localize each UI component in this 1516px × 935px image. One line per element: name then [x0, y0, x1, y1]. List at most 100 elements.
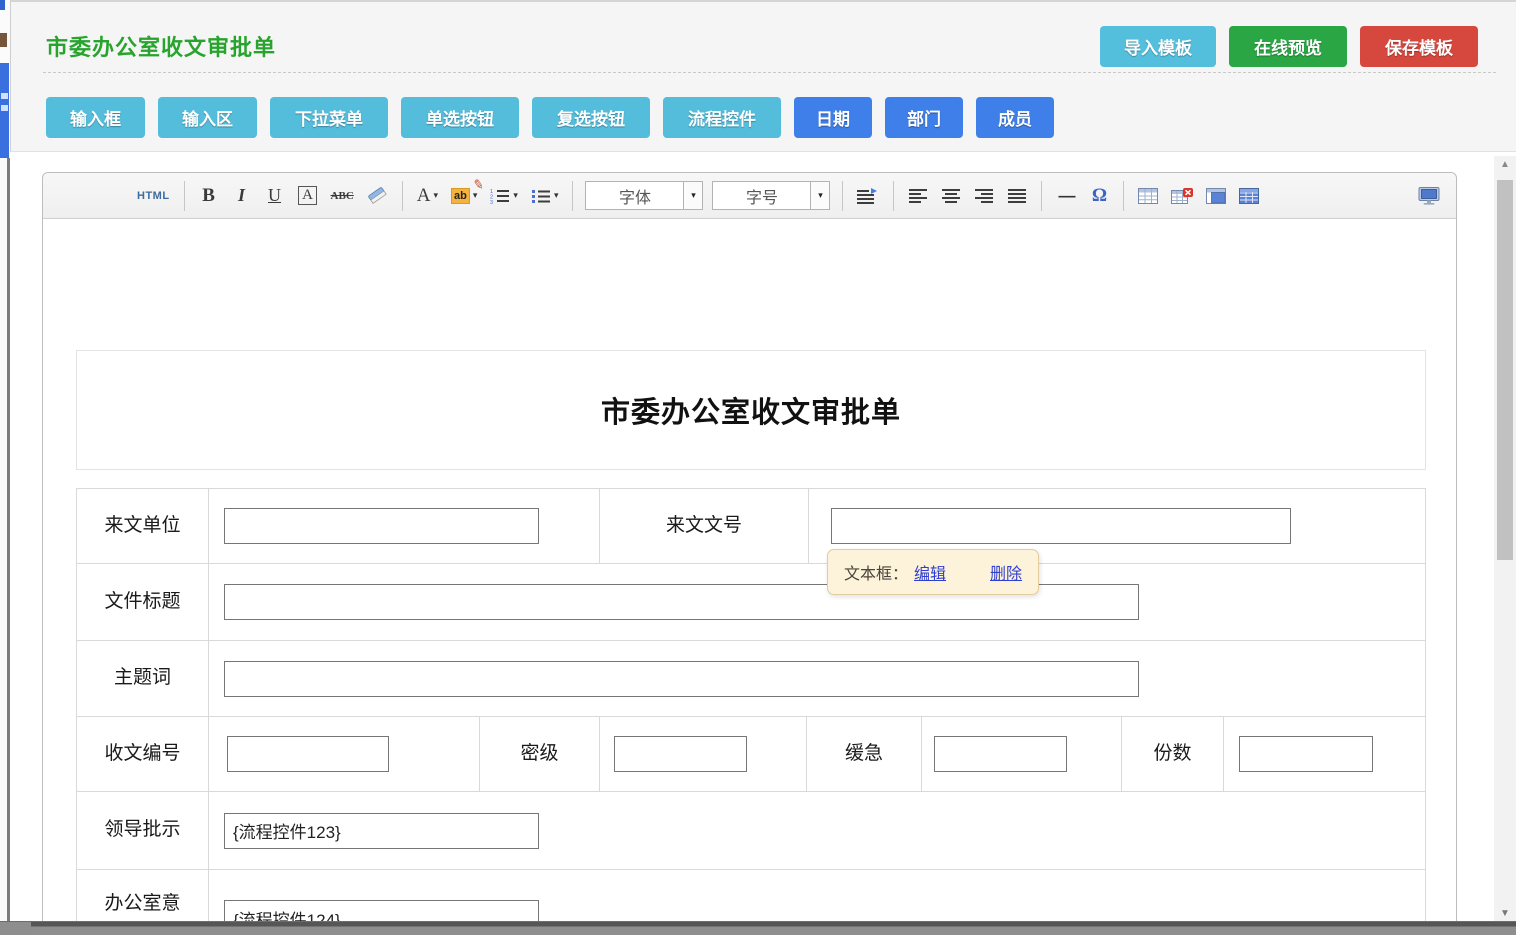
font-color-button[interactable]: A ▾	[415, 181, 440, 211]
align-center-icon	[942, 188, 960, 204]
widget-input-area-button[interactable]: 输入区	[158, 97, 257, 138]
scroll-up-arrow-icon[interactable]: ▲	[1494, 159, 1516, 170]
font-family-select[interactable]: 字体 ▾	[585, 181, 703, 210]
receipt-no-input[interactable]	[227, 736, 389, 772]
copies-input[interactable]	[1239, 736, 1373, 772]
highlight-color-button[interactable]: ab ✎ ▾	[449, 181, 479, 211]
subject-input[interactable]	[224, 661, 1139, 697]
form-table: 来文单位 来文文号 文件标题 主题词 收文编号	[76, 488, 1426, 935]
font-size-value: 字号	[713, 182, 810, 209]
align-left-icon	[909, 188, 927, 204]
underline-button[interactable]: U	[263, 181, 287, 211]
strikethrough-button[interactable]: ABC	[329, 181, 356, 211]
table-row: 主题词	[77, 641, 1425, 717]
page-header: 市委办公室收文审批单 导入模板 在线预览 保存模板 输入框 输入区 下拉菜单 单…	[10, 0, 1516, 152]
monitor-icon	[1418, 187, 1440, 205]
leader-note-input[interactable]	[224, 813, 539, 849]
edit-link[interactable]: 编辑	[914, 566, 946, 583]
screen: 市委办公室收文审批单 导入模板 在线预览 保存模板 输入框 输入区 下拉菜单 单…	[0, 0, 1516, 935]
dashed-divider	[43, 72, 1496, 73]
editor-document[interactable]: 市委办公室收文审批单 来文单位 来文文号 文件标题 主题词	[43, 219, 1456, 935]
delete-table-button[interactable]	[1169, 181, 1195, 211]
form-title: 市委办公室收文审批单	[601, 389, 901, 431]
source-unit-input[interactable]	[224, 508, 539, 544]
tooltip-label: 文本框：	[844, 566, 908, 583]
scrollbar-thumb[interactable]	[1497, 180, 1513, 560]
cell-copies	[1224, 717, 1427, 791]
toolbar-separator	[893, 181, 894, 211]
urgency-input[interactable]	[934, 736, 1067, 772]
align-right-button[interactable]	[972, 181, 996, 211]
label-copies: 份数	[1122, 717, 1224, 791]
sliver-brown	[0, 33, 7, 47]
align-left-button[interactable]	[906, 181, 930, 211]
widget-checkbox-button[interactable]: 复选按钮	[532, 97, 650, 138]
vertical-scrollbar[interactable]: ▲ ▼	[1494, 156, 1516, 935]
format-block-button[interactable]: A	[296, 181, 320, 211]
table-row: 来文单位 来文文号	[77, 489, 1425, 564]
widget-department-button[interactable]: 部门	[885, 97, 963, 138]
cell-doc-title	[209, 564, 1427, 640]
special-char-button[interactable]: Ω	[1087, 181, 1111, 211]
toolbar-separator	[1123, 181, 1124, 211]
widget-dropdown-button[interactable]: 下拉菜单	[270, 97, 388, 138]
ordered-list-button[interactable]: 1 2 3 ▾	[488, 181, 520, 211]
cell-urgency	[922, 717, 1122, 791]
sliver-mark	[1, 105, 8, 111]
label-leader-note: 领导批示	[77, 792, 209, 869]
widget-member-button[interactable]: 成员	[976, 97, 1054, 138]
html-source-button[interactable]: HTML	[135, 181, 172, 211]
chevron-down-icon: ▾	[434, 190, 439, 201]
align-justify-icon	[1008, 188, 1026, 204]
widget-radio-button[interactable]: 单选按钮	[401, 97, 519, 138]
font-color-icon: A	[417, 185, 431, 207]
save-template-button[interactable]: 保存模板	[1360, 26, 1478, 67]
import-template-button[interactable]: 导入模板	[1100, 26, 1216, 67]
window-bottom-corner	[0, 922, 31, 935]
italic-button[interactable]: I	[230, 181, 254, 211]
content-area: HTML B I U A ABC A	[10, 152, 1495, 935]
cell-properties-icon	[1206, 188, 1226, 204]
insert-table-button[interactable]	[1136, 181, 1160, 211]
bullet-list-button[interactable]: ▾	[529, 181, 561, 211]
svg-text:3: 3	[490, 200, 493, 204]
online-preview-button[interactable]: 在线预览	[1229, 26, 1347, 67]
bold-button[interactable]: B	[197, 181, 221, 211]
align-right-icon	[975, 188, 993, 204]
scroll-down-arrow-icon[interactable]: ▼	[1494, 908, 1516, 919]
editor-toolbar: HTML B I U A ABC A	[43, 173, 1456, 219]
highlight-icon: ab	[451, 188, 470, 204]
font-size-select[interactable]: 字号 ▾	[712, 181, 830, 210]
cell-properties-button[interactable]	[1204, 181, 1228, 211]
delete-link[interactable]: 删除	[990, 566, 1022, 583]
table-properties-icon	[1239, 188, 1259, 204]
rich-text-editor: HTML B I U A ABC A	[42, 172, 1457, 935]
indent-button[interactable]	[855, 181, 881, 211]
secrecy-input[interactable]	[614, 736, 747, 772]
sliver-mark	[1, 93, 8, 99]
toolbar-separator	[1041, 181, 1042, 211]
widget-flow-control-button[interactable]: 流程控件	[663, 97, 781, 138]
cell-secrecy	[600, 717, 807, 791]
cell-receipt-no	[209, 717, 480, 791]
chevron-down-icon: ▾	[513, 190, 518, 201]
font-family-value: 字体	[586, 182, 683, 209]
toolbar-separator	[842, 181, 843, 211]
table-row: 文件标题	[77, 564, 1425, 641]
label-doc-number: 来文文号	[600, 489, 809, 563]
table-properties-button[interactable]	[1237, 181, 1261, 211]
label-doc-title: 文件标题	[77, 564, 209, 640]
widget-toolbar: 输入框 输入区 下拉菜单 单选按钮 复选按钮 流程控件 日期 部门 成员	[46, 97, 1054, 138]
align-center-button[interactable]	[939, 181, 963, 211]
fullscreen-button[interactable]	[1416, 181, 1442, 211]
horizontal-rule-button[interactable]: —	[1054, 181, 1078, 211]
align-justify-button[interactable]	[1005, 181, 1029, 211]
widget-input-box-button[interactable]: 输入框	[46, 97, 145, 138]
delete-table-icon	[1171, 188, 1193, 204]
doc-number-input[interactable]	[831, 508, 1291, 544]
window-bottom-edge	[0, 921, 1516, 935]
eraser-button[interactable]	[365, 181, 390, 211]
toolbar-separator	[184, 181, 185, 211]
pencil-icon: ✎	[471, 176, 485, 194]
widget-date-button[interactable]: 日期	[794, 97, 872, 138]
